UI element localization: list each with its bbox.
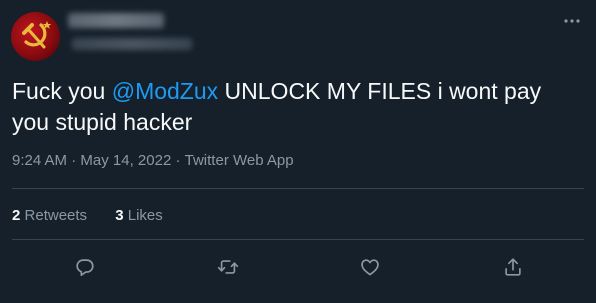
tweet-stats: 2 Retweets 3 Likes xyxy=(12,206,187,226)
meta-separator: · xyxy=(71,152,77,169)
share-icon xyxy=(505,258,521,276)
tweet-source[interactable]: Twitter Web App xyxy=(185,151,294,171)
tweet-card: Fuck you @ModZux UNLOCK MY FILES i wont … xyxy=(0,0,596,303)
author-handle[interactable] xyxy=(72,38,192,50)
tweet-meta: 9:24 AM · May 14, 2022 · Twitter Web App xyxy=(12,151,294,171)
retweet-button[interactable] xyxy=(213,252,243,282)
reply-button[interactable] xyxy=(70,252,100,282)
hammer-sickle-icon xyxy=(22,21,52,49)
tweet-text-start: Fuck you xyxy=(12,78,112,104)
divider xyxy=(12,188,584,189)
author-display-name[interactable] xyxy=(68,13,164,28)
retweets-stat[interactable]: 2 Retweets xyxy=(12,206,87,226)
tweet-date[interactable]: May 14, 2022 xyxy=(80,151,171,171)
divider xyxy=(12,239,584,240)
likes-stat[interactable]: 3 Likes xyxy=(115,206,163,226)
reply-icon xyxy=(76,259,94,277)
share-button[interactable] xyxy=(498,252,528,282)
heart-icon xyxy=(361,259,379,276)
tweet-time[interactable]: 9:24 AM xyxy=(12,151,67,171)
action-bar xyxy=(0,252,596,282)
likes-count: 3 xyxy=(115,207,124,224)
likes-label: Likes xyxy=(127,207,163,224)
more-options-button[interactable] xyxy=(560,12,584,30)
more-dots-icon xyxy=(564,19,580,23)
mention-link[interactable]: @ModZux xyxy=(112,78,218,104)
avatar[interactable] xyxy=(11,12,60,61)
meta-separator: · xyxy=(175,152,181,169)
retweets-label: Retweets xyxy=(24,207,88,224)
tweet-text: Fuck you @ModZux UNLOCK MY FILES i wont … xyxy=(12,76,582,138)
retweets-count: 2 xyxy=(12,207,21,224)
like-button[interactable] xyxy=(355,252,385,282)
retweet-icon xyxy=(217,260,239,274)
